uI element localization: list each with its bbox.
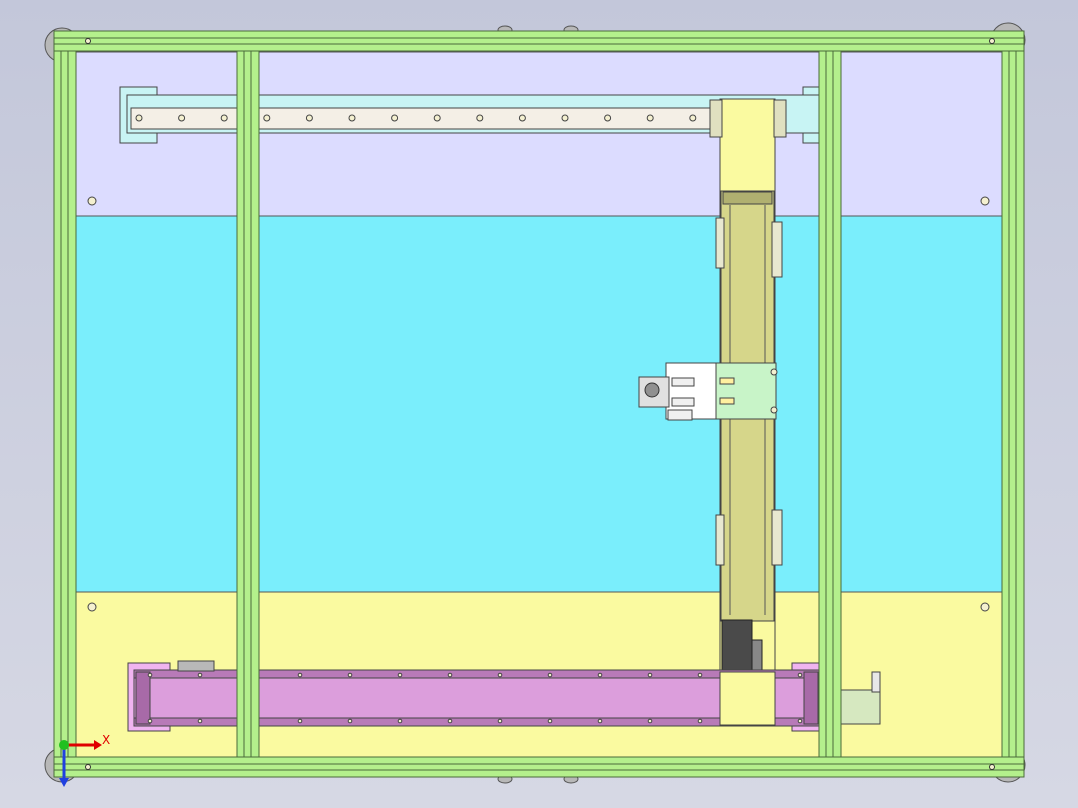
frame-inner-post-right: [818, 50, 842, 758]
y-axis-clamp: [715, 217, 725, 269]
mounting-hole-icon: [347, 718, 353, 724]
mounting-hole-icon: [197, 718, 203, 724]
y-carriage-lower: [719, 671, 776, 726]
mounting-hole-icon: [597, 718, 603, 724]
mounting-hole-icon: [347, 672, 353, 678]
mounting-hole-icon: [433, 114, 441, 122]
mounting-hole-icon: [391, 114, 399, 122]
mounting-hole-icon: [561, 114, 569, 122]
z-head-carriage: [715, 362, 777, 420]
mounting-hole-icon: [447, 718, 453, 724]
x-axis-end-cap: [803, 671, 819, 725]
y-motor-connector: [751, 639, 763, 671]
mounting-hole-icon: [397, 718, 403, 724]
mounting-hole-icon: [980, 196, 990, 206]
mounting-hole-icon: [518, 114, 526, 122]
mounting-hole-icon: [647, 718, 653, 724]
mounting-hole-icon: [135, 114, 143, 122]
mounting-hole-icon: [87, 602, 97, 612]
y-axis-clamp: [771, 221, 783, 278]
mounting-hole-icon: [447, 672, 453, 678]
frame-bottom-beam: [53, 756, 1025, 778]
cad-viewport[interactable]: [0, 0, 1078, 808]
mounting-hole-icon: [689, 114, 697, 122]
mounting-hole-icon: [348, 114, 356, 122]
panel-middle-cyan: [75, 215, 1003, 593]
mounting-hole-icon: [297, 718, 303, 724]
mounting-hole-icon: [547, 672, 553, 678]
x-axis-end-cap: [135, 671, 151, 725]
mounting-hole-icon: [147, 718, 153, 724]
mounting-hole-icon: [697, 718, 703, 724]
mounting-hole-icon: [220, 114, 228, 122]
y-motor: [721, 619, 753, 673]
mounting-hole-icon: [297, 672, 303, 678]
mounting-hole-icon: [647, 672, 653, 678]
mounting-hole-icon: [547, 718, 553, 724]
mounting-hole-icon: [797, 672, 803, 678]
mounting-hole-icon: [476, 114, 484, 122]
mounting-hole-icon: [263, 114, 271, 122]
z-head-nozzle: [644, 382, 660, 398]
mounting-hole-icon: [178, 114, 186, 122]
mounting-hole-icon: [497, 672, 503, 678]
mounting-hole-icon: [604, 114, 612, 122]
x-axis-tensioner: [177, 660, 215, 672]
y-rail-block: [709, 99, 723, 138]
panel-top-lavender: [75, 51, 1003, 217]
y-axis-clamp: [715, 514, 725, 566]
frame-top-beam: [53, 30, 1025, 52]
frame-left-post: [53, 50, 77, 758]
rail-body: [130, 107, 718, 130]
mounting-hole-icon: [646, 114, 654, 122]
mounting-hole-icon: [197, 672, 203, 678]
mounting-hole-icon: [597, 672, 603, 678]
y-axis-clamp: [771, 509, 783, 566]
mounting-hole-icon: [87, 196, 97, 206]
mounting-hole-icon: [305, 114, 313, 122]
x-motor: [839, 689, 881, 725]
mounting-hole-icon: [797, 718, 803, 724]
y-rail-block: [773, 99, 787, 138]
mounting-hole-icon: [697, 672, 703, 678]
mounting-hole-icon: [980, 602, 990, 612]
x-motor-connector: [871, 671, 881, 693]
x-axis-label: X: [102, 733, 111, 747]
y-axis-end-cap: [722, 191, 773, 205]
frame-inner-post-left: [236, 50, 260, 758]
mounting-hole-icon: [147, 672, 153, 678]
mounting-hole-icon: [497, 718, 503, 724]
frame-right-post: [1001, 50, 1025, 758]
mounting-hole-icon: [397, 672, 403, 678]
